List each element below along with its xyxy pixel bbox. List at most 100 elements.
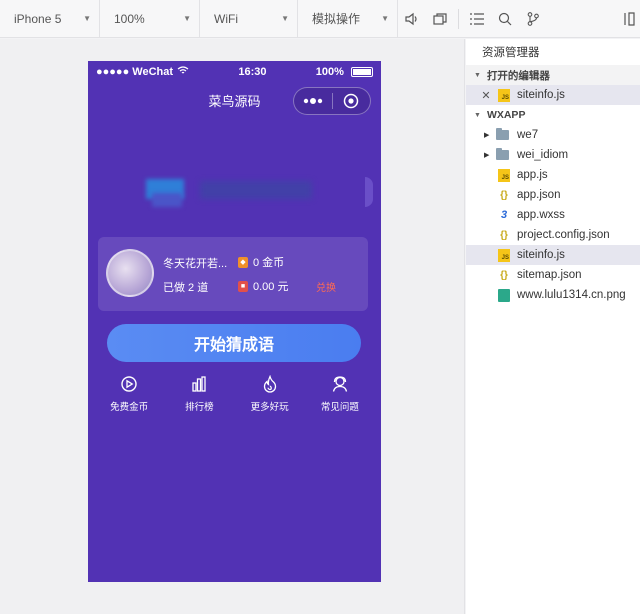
json-file-icon: {} [500, 229, 508, 241]
source-control-icon[interactable] [519, 0, 547, 38]
support-person-icon [332, 376, 348, 392]
more-dots-icon[interactable] [294, 98, 332, 104]
chevron-right-icon: ▶ [484, 132, 490, 139]
js-file-icon: JS [498, 168, 510, 182]
feature-label: 免费金币 [110, 402, 149, 413]
network-select[interactable]: WiFi ▼ [200, 0, 298, 38]
feature-more-fun[interactable]: 更多好玩 [237, 375, 303, 413]
folder-icon [496, 128, 509, 140]
mini-program-capsule [293, 87, 371, 115]
file-item[interactable]: {} app.json [466, 185, 640, 205]
file-item[interactable]: www.lulu1314.cn.png [466, 285, 640, 305]
search-icon[interactable] [491, 0, 519, 38]
coin-icon: ◆ [238, 256, 248, 268]
file-name: siteinfo.js [517, 249, 565, 261]
open-editors-section[interactable]: ▼ 打开的编辑器 [466, 65, 640, 85]
bar-chart-icon [192, 376, 207, 392]
project-section[interactable]: ▼ WXAPP [466, 105, 640, 125]
feature-label: 更多好玩 [250, 402, 289, 413]
wxss-file-icon: 3 [500, 209, 508, 221]
feature-free-coins[interactable]: 免费金币 [96, 375, 162, 413]
battery-icon [351, 67, 373, 78]
flame-icon [263, 375, 276, 393]
coin-value: 0 金币 [253, 257, 285, 269]
page-title: 菜鸟源码 [208, 93, 261, 109]
network-select-value: WiFi [214, 11, 238, 26]
folder-name: we7 [517, 129, 539, 141]
json-file-icon: {} [500, 189, 508, 201]
banner-edge [365, 177, 373, 207]
file-name: siteinfo.js [517, 89, 565, 101]
chevron-down-icon: ▼ [83, 14, 91, 23]
simulator-panel: ●●●●● WeChat 16:30 100% 菜鸟源码 冬天花开若... 已做… [0, 39, 465, 614]
device-select-value: iPhone 5 [14, 11, 62, 26]
money-value: 0.00 元 [253, 281, 289, 293]
coin-balance: ◆ 0 金币 [238, 254, 284, 270]
open-editor-item[interactable]: ✕ JS siteinfo.js [466, 85, 640, 105]
chevron-down-icon: ▼ [381, 14, 389, 23]
file-name: sitemap.json [517, 269, 582, 281]
volume-icon[interactable] [398, 0, 426, 38]
banner-blur-block [200, 181, 312, 199]
js-file-icon: JS [498, 248, 510, 262]
feature-label: 排行榜 [185, 402, 214, 413]
chevron-down-icon: ▼ [183, 14, 191, 23]
explorer-title: 资源管理器 [482, 47, 540, 59]
zoom-select-value: 100% [114, 11, 145, 26]
chevron-down-icon: ▼ [281, 14, 289, 23]
mode-select-value: 模拟操作 [312, 12, 361, 26]
close-target-icon[interactable] [333, 93, 371, 109]
chevron-down-icon: ▼ [474, 111, 481, 119]
device-select[interactable]: iPhone 5 ▼ [0, 0, 100, 38]
section-label: 打开的编辑器 [486, 69, 550, 82]
feature-faq[interactable]: 常见问题 [307, 375, 373, 413]
list-icon[interactable] [463, 0, 491, 38]
file-name: app.wxss [517, 209, 565, 221]
file-item-selected[interactable]: JS siteinfo.js [466, 245, 640, 265]
zoom-select[interactable]: 100% ▼ [100, 0, 200, 38]
explorer-panel: 资源管理器 ▼ 打开的编辑器 ✕ JS siteinfo.js ▼ WXAPP … [466, 39, 640, 614]
file-item[interactable]: {} project.config.json [466, 225, 640, 245]
wifi-icon [177, 66, 189, 78]
folder-name: wei_idiom [517, 149, 569, 161]
feature-grid: 免费金币 排行榜 更多好玩 常见问题 [88, 375, 381, 413]
split-editor-icon[interactable] [618, 0, 640, 38]
close-icon[interactable]: ✕ [480, 89, 492, 102]
status-bar: ●●●●● WeChat 16:30 100% [88, 61, 381, 83]
blurred-banner [88, 173, 381, 213]
folder-icon [496, 148, 509, 160]
folder-item[interactable]: ▶ we7 [466, 125, 640, 145]
play-circle-icon [121, 376, 137, 392]
file-item[interactable]: JS app.js [466, 165, 640, 185]
json-file-icon: {} [500, 269, 508, 281]
start-game-button[interactable]: 开始猜成语 [107, 324, 361, 362]
toolbar-divider [458, 8, 459, 29]
user-name: 冬天花开若... [163, 258, 228, 270]
exchange-link[interactable]: 兑换 [316, 279, 336, 294]
money-balance: ■ 0.00 元 [238, 278, 288, 294]
status-time: 16:30 [238, 66, 267, 78]
carrier-label: ●●●●● WeChat [96, 66, 174, 78]
folder-item[interactable]: ▶ wei_idiom [466, 145, 640, 165]
file-name: www.lulu1314.cn.png [517, 289, 626, 301]
feature-ranking[interactable]: 排行榜 [166, 375, 232, 413]
file-item[interactable]: 3 app.wxss [466, 205, 640, 225]
js-file-icon: JS [498, 88, 510, 102]
avatar [106, 249, 154, 297]
nav-bar: 菜鸟源码 [88, 83, 381, 117]
mode-select[interactable]: 模拟操作 ▼ [298, 0, 398, 38]
wallet-icon: ■ [238, 280, 248, 292]
window-icon[interactable] [426, 0, 454, 38]
battery-percent: 100% [315, 66, 344, 78]
user-info-card: 冬天花开若... 已做 2 道 ◆ 0 金币 ■ 0.00 元 兑换 [98, 237, 368, 311]
chevron-right-icon: ▶ [484, 152, 490, 159]
feature-label: 常见问题 [320, 402, 359, 413]
image-file-icon [498, 288, 510, 302]
banner-blur-block [152, 193, 182, 207]
chevron-down-icon: ▼ [474, 71, 481, 79]
solved-count: 已做 2 道 [163, 282, 209, 294]
section-label: WXAPP [486, 109, 526, 121]
file-name: app.json [517, 189, 561, 201]
file-item[interactable]: {} sitemap.json [466, 265, 640, 285]
phone-screen: ●●●●● WeChat 16:30 100% 菜鸟源码 冬天花开若... 已做… [88, 61, 381, 582]
